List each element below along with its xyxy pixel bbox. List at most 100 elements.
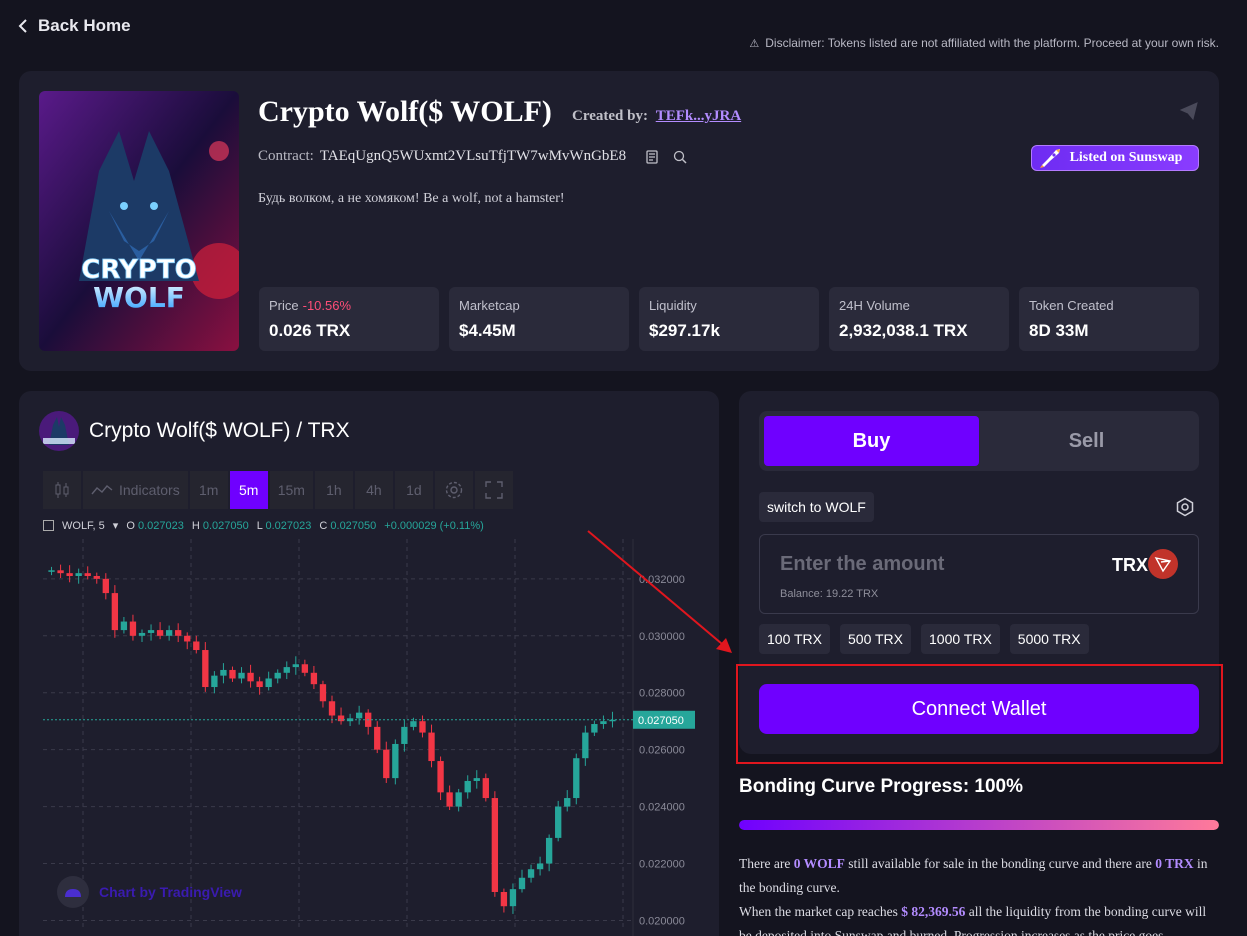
interval-1m[interactable]: 1m	[189, 471, 228, 509]
quick-amount-100[interactable]: 100 TRX	[759, 624, 830, 654]
fullscreen-icon	[485, 481, 503, 499]
sell-tab[interactable]: Sell	[979, 416, 1194, 466]
candle	[555, 806, 562, 838]
bonding-progress-fill	[739, 820, 1219, 830]
target-market-cap: $ 82,369.56	[901, 904, 966, 919]
telegram-send-icon[interactable]	[1179, 101, 1199, 121]
candle	[410, 721, 417, 727]
candle	[193, 641, 200, 651]
tradingview-label: Chart by TradingView	[99, 884, 242, 900]
explorer-icon[interactable]	[672, 149, 688, 165]
pair-title: Crypto Wolf($ WOLF) / TRX	[39, 411, 350, 451]
stat-price: Price -10.56% 0.026 TRX	[259, 287, 439, 351]
amount-input[interactable]: Enter the amount	[780, 553, 944, 576]
created-by: Created by: TEFk...yJRA	[572, 108, 741, 125]
listed-on-sunswap-badge[interactable]: Listed on Sunswap	[1031, 145, 1199, 171]
legend-high: H 0.027050	[191, 519, 249, 532]
fullscreen-button[interactable]	[474, 471, 513, 509]
interval-1h[interactable]: 1h	[314, 471, 353, 509]
candle	[184, 635, 191, 642]
buy-tab[interactable]: Buy	[764, 416, 979, 466]
interval-1d[interactable]: 1d	[394, 471, 433, 509]
back-home-link[interactable]: Back Home	[18, 16, 131, 36]
candle	[437, 761, 444, 793]
candle	[536, 863, 544, 870]
dropdown-icon[interactable]: ▾	[113, 519, 119, 532]
candle	[564, 798, 571, 807]
candle	[545, 837, 553, 864]
candle	[482, 778, 489, 799]
candle	[518, 877, 526, 890]
candle	[509, 889, 517, 907]
trx-in-curve: 0 TRX	[1155, 856, 1194, 871]
interval-4h[interactable]: 4h	[354, 471, 393, 509]
token-image: CRYPTO WOLF	[39, 91, 239, 351]
bonding-progress-bar	[739, 820, 1219, 830]
token-info-card: CRYPTO WOLF Crypto Wolf($ WOLF) Created …	[19, 71, 1219, 371]
stat-volume: 24H Volume 2,932,038.1 TRX	[829, 287, 1009, 351]
stat-label: 24H Volume	[839, 298, 910, 313]
candle	[392, 743, 399, 779]
chart-settings-button[interactable]	[434, 471, 473, 509]
candle	[573, 758, 580, 799]
slippage-settings-icon[interactable]	[1175, 497, 1195, 517]
candle	[600, 721, 607, 725]
back-home-label: Back Home	[38, 16, 131, 35]
quick-amount-5000[interactable]: 5000 TRX	[1009, 624, 1089, 654]
disclaimer: ⚠ Disclaimer: Tokens listed are not affi…	[749, 36, 1219, 50]
switch-token-button[interactable]: switch to WOLF	[759, 492, 874, 522]
indicators-button[interactable]: Indicators	[83, 471, 188, 509]
stat-token-created: Token Created 8D 33M	[1019, 287, 1199, 351]
indicators-label: Indicators	[119, 482, 180, 498]
candle	[301, 664, 309, 673]
candle	[256, 681, 263, 688]
stat-value: 0.026 TRX	[269, 321, 351, 340]
chart-type-button[interactable]	[43, 471, 81, 509]
stat-label: Price	[269, 298, 299, 313]
candle	[292, 664, 299, 668]
candle	[202, 650, 209, 688]
chart-toolbar: Indicators 1m 5m 15m 1h 4h 1d	[43, 471, 513, 509]
rocket-icon	[1039, 149, 1060, 168]
y-tick-label: 0.026000	[639, 745, 685, 757]
quick-amount-1000[interactable]: 1000 TRX	[921, 624, 1000, 654]
annotation-arrow	[587, 530, 732, 653]
candle	[66, 573, 73, 577]
amount-input-box[interactable]: Enter the amount Balance: 19.22 TRX TRX	[759, 534, 1199, 614]
candle	[238, 672, 245, 679]
y-tick-label: 0.022000	[639, 859, 685, 871]
stat-label: Token Created	[1029, 298, 1114, 313]
copy-icon[interactable]	[644, 149, 660, 165]
quick-amount-500[interactable]: 500 TRX	[840, 624, 911, 654]
chevron-left-icon	[18, 19, 27, 33]
candle	[57, 570, 64, 574]
candle	[455, 792, 462, 807]
candle	[283, 667, 290, 673]
candle	[84, 573, 91, 577]
legend-change: +0.000029 (+0.11%)	[384, 519, 484, 532]
token-name: Crypto Wolf($ WOLF)	[258, 95, 552, 128]
candle	[527, 869, 535, 878]
creator-link[interactable]: TEFk...yJRA	[656, 108, 741, 124]
collapse-legend-icon[interactable]	[43, 520, 54, 531]
legend-close: C 0.027050	[319, 519, 377, 532]
interval-5m[interactable]: 5m	[229, 471, 268, 509]
candle	[419, 721, 426, 733]
candle	[48, 570, 55, 572]
y-tick-label: 0.028000	[639, 688, 685, 700]
contract-address: TAEqUgnQ5WUxmt2VLsuTfjTW7wMvWnGbE8	[319, 148, 627, 164]
tradingview-watermark[interactable]: Chart by TradingView	[57, 876, 242, 908]
token-avatar	[39, 411, 79, 451]
candle	[464, 780, 471, 793]
price-change: -10.56%	[302, 298, 352, 313]
candle	[473, 778, 480, 781]
candle	[265, 678, 272, 688]
balance-text: Balance: 19.22 TRX	[780, 588, 879, 600]
candle	[337, 715, 345, 722]
legend-symbol[interactable]: WOLF, 5	[62, 520, 105, 532]
interval-15m[interactable]: 15m	[269, 471, 313, 509]
chart-legend: WOLF, 5 ▾ O 0.027023 H 0.027050 L 0.02702…	[43, 519, 484, 532]
candle	[401, 726, 408, 744]
stat-label: Liquidity	[649, 298, 697, 313]
candle	[75, 573, 82, 577]
